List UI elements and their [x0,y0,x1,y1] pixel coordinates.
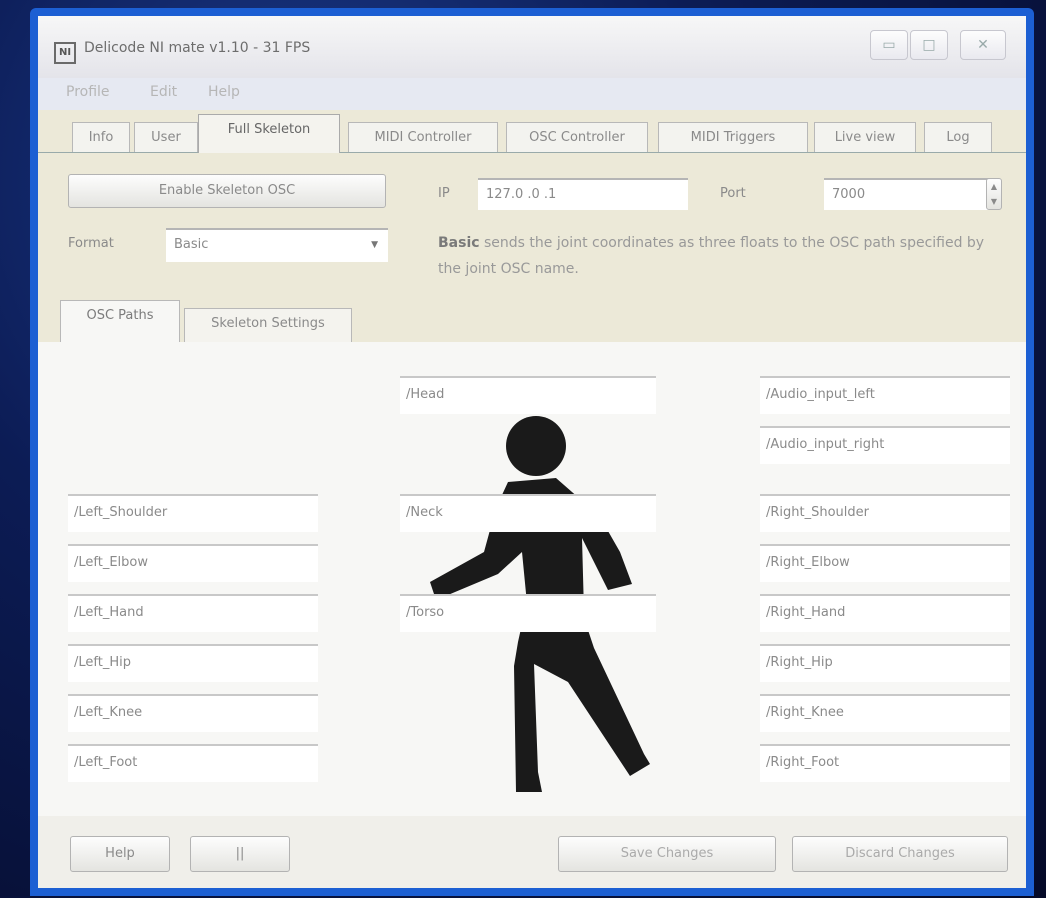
description-text: sends the joint coordinates as three flo… [438,235,985,277]
menu-edit[interactable]: Edit [150,84,177,100]
format-label: Format [68,236,114,251]
port-stepper[interactable]: ▲ ▼ [986,178,1002,210]
format-value: Basic [174,237,209,252]
window-title: Delicode NI mate v1.10 - 31 FPS [84,40,311,56]
joint-right-foot-field[interactable]: /Right_Foot [760,744,1010,782]
tab-midi-triggers[interactable]: MIDI Triggers [658,122,808,152]
help-button[interactable]: Help [70,836,170,872]
tab-skeleton-settings[interactable]: Skeleton Settings [184,308,352,342]
menu-bar: Profile Edit Help [38,78,1026,110]
joint-right-shoulder-field[interactable]: /Right_Shoulder [760,494,1010,532]
app-icon: NI [54,42,76,64]
joint-left-hip-field[interactable]: /Left_Hip [68,644,318,682]
tab-midi-controller[interactable]: MIDI Controller [348,122,498,152]
app-window: NI Delicode NI mate v1.10 - 31 FPS ▭ □ ✕… [30,8,1034,896]
port-input[interactable]: 7000 [824,178,994,210]
audio-input-right-field[interactable]: /Audio_input_right [760,426,1010,464]
discard-changes-button[interactable]: Discard Changes [792,836,1008,872]
menu-help[interactable]: Help [208,84,240,100]
tab-osc-controller[interactable]: OSC Controller [506,122,648,152]
ip-input[interactable]: 127.0 .0 .1 [478,178,688,210]
enable-skeleton-osc-button[interactable]: Enable Skeleton OSC [68,174,386,208]
joint-right-hip-field[interactable]: /Right_Hip [760,644,1010,682]
joint-right-knee-field[interactable]: /Right_Knee [760,694,1010,732]
main-tabs: Info User Full Skeleton MIDI Controller … [38,110,1026,153]
maximize-icon[interactable]: □ [910,30,948,60]
joint-left-foot-field[interactable]: /Left_Foot [68,744,318,782]
joint-left-hand-field[interactable]: /Left_Hand [68,594,318,632]
joint-right-elbow-field[interactable]: /Right_Elbow [760,544,1010,582]
tab-full-skeleton[interactable]: Full Skeleton [198,114,340,153]
joint-head-field[interactable]: /Head [400,376,656,414]
joint-left-elbow-field[interactable]: /Left_Elbow [68,544,318,582]
tab-info[interactable]: Info [72,122,130,152]
pause-button[interactable]: || [190,836,290,872]
description-bold: Basic [438,235,480,251]
title-bar: NI Delicode NI mate v1.10 - 31 FPS ▭ □ ✕ [38,16,1026,78]
footer-bar: Help || Save Changes Discard Changes [38,816,1026,888]
joint-torso-field[interactable]: /Torso [400,594,656,632]
format-select[interactable]: Basic ▼ [166,228,388,262]
joint-left-shoulder-field[interactable]: /Left_Shoulder [68,494,318,532]
tab-live-view[interactable]: Live view [814,122,916,152]
port-label: Port [720,186,746,201]
tab-user[interactable]: User [134,122,198,152]
ip-label: IP [438,186,450,201]
joint-right-hand-field[interactable]: /Right_Hand [760,594,1010,632]
tab-osc-paths[interactable]: OSC Paths [60,300,180,343]
tab-log[interactable]: Log [924,122,992,152]
chevron-down-icon: ▼ [371,240,378,250]
close-icon[interactable]: ✕ [960,30,1006,60]
menu-profile[interactable]: Profile [66,84,110,100]
sub-tabs: OSC Paths Skeleton Settings [38,296,1026,343]
save-changes-button[interactable]: Save Changes [558,836,776,872]
osc-paths-panel: /Head /Neck /Torso /Left_Shoulder /Left_… [38,342,1026,816]
window-body: NI Delicode NI mate v1.10 - 31 FPS ▭ □ ✕… [38,16,1026,888]
joint-left-knee-field[interactable]: /Left_Knee [68,694,318,732]
audio-input-left-field[interactable]: /Audio_input_left [760,376,1010,414]
minimize-icon[interactable]: ▭ [870,30,908,60]
joint-neck-field[interactable]: /Neck [400,494,656,532]
format-description: Basic sends the joint coordinates as thr… [438,230,998,282]
